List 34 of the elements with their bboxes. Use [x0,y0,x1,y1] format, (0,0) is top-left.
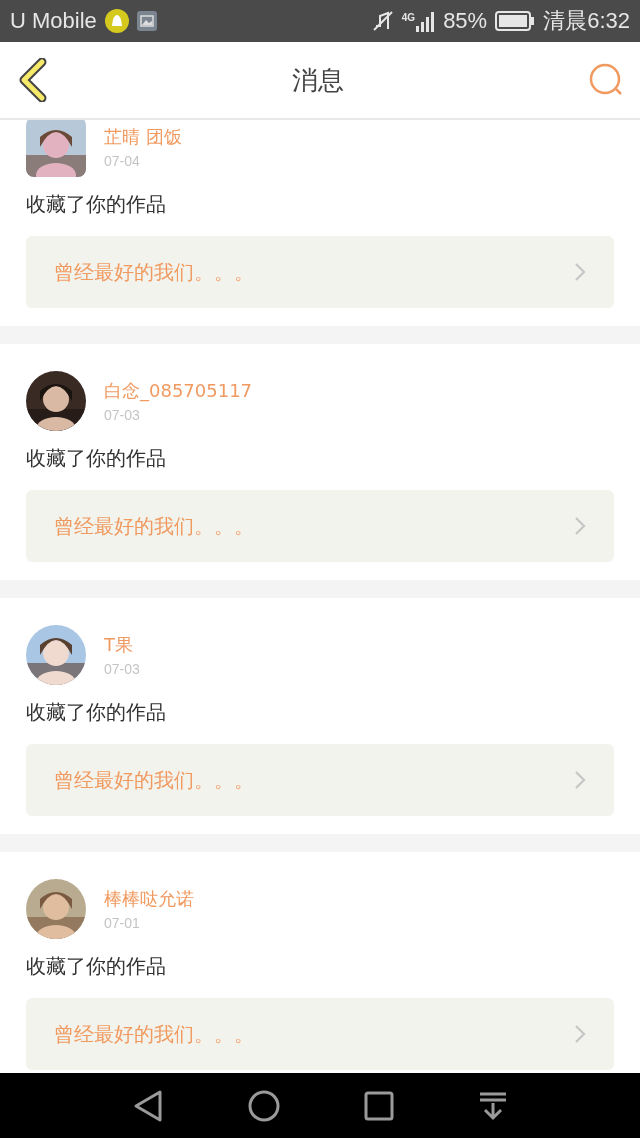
work-link[interactable]: 曾经最好的我们。。。 [26,744,614,816]
home-button[interactable] [248,1089,280,1122]
chevron-icon [574,516,586,536]
back-nav-button[interactable] [132,1088,164,1123]
ghost-icon [104,9,129,33]
clock-time: 清晨6:32 [543,7,630,35]
chevron-icon [574,262,586,282]
mute-icon [371,10,394,32]
carrier-name: U Mobile [10,8,97,34]
battery-percent: 85% [443,8,488,34]
network-label: 4G [401,12,416,23]
battery-icon [495,11,536,31]
chevron-icon [574,1024,586,1044]
message-date: 07-03 [104,661,140,677]
message-text: 收藏了你的作品 [26,445,167,472]
work-link[interactable]: 曾经最好的我们。。。 [26,490,614,562]
user-name[interactable]: 棒棒哒允诺 [104,887,194,911]
message-date: 07-04 [104,153,141,169]
message-text: 收藏了你的作品 [26,699,167,726]
page-title: 消息 [292,63,344,97]
recents-button[interactable] [364,1090,394,1121]
user-name[interactable]: T果 [104,633,140,657]
message-date: 07-03 [104,407,141,423]
notification-pull-button[interactable] [478,1090,508,1121]
work-link[interactable]: 曾经最好的我们。。。 [26,236,614,308]
chevron-icon [574,770,586,790]
image-icon [136,11,157,31]
message-text: 收藏了你的作品 [26,191,167,218]
message-date: 07-01 [104,915,141,931]
work-link[interactable]: 曾经最好的我们。。。 [26,998,614,1070]
message-text: 收藏了你的作品 [26,953,167,980]
user-name[interactable]: 芷晴 团饭 [104,125,182,149]
signal-icon [415,10,436,32]
user-name[interactable]: 白念_085705117 [104,379,253,403]
